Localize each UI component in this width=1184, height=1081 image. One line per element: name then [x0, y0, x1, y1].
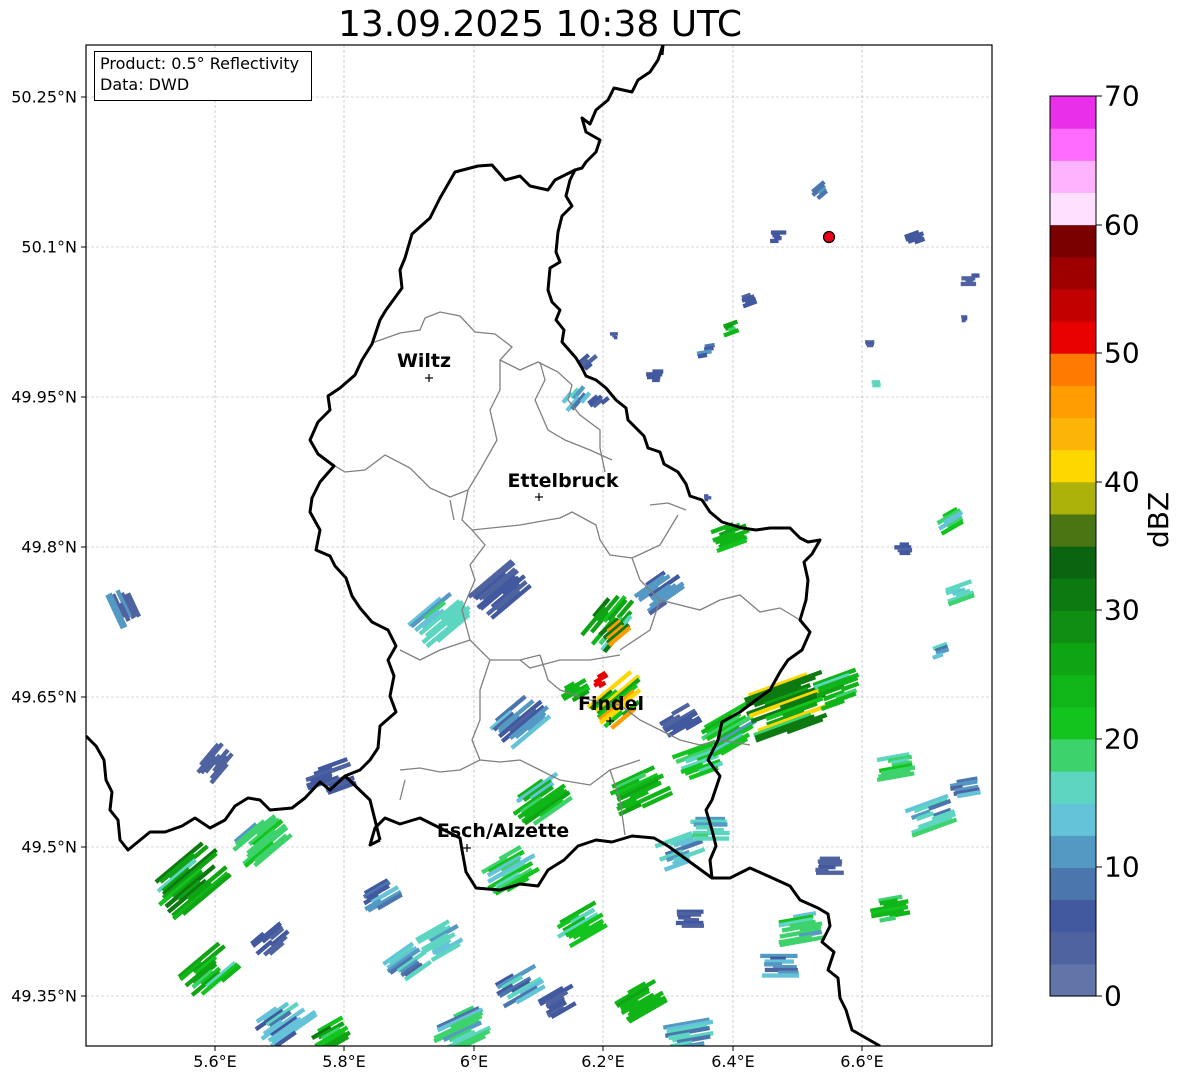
echo-cell [871, 380, 881, 388]
colorbar-segment [1050, 771, 1096, 804]
info-box: Product: 0.5° Reflectivity Data: DWD [94, 51, 312, 101]
echo-pixel [960, 281, 977, 287]
echo-pixel [761, 973, 800, 978]
lat-label: 49.35°N [11, 986, 77, 1006]
map-background [86, 45, 992, 1046]
echo-pixel [866, 343, 874, 348]
colorbar-segment [1050, 321, 1096, 354]
radar-map[interactable] [0, 0, 1184, 1081]
lon-label: 6°E [459, 1052, 489, 1071]
echo-pixel [816, 870, 844, 875]
colorbar-tick-label: 50 [1104, 336, 1140, 370]
echo-pixel [961, 318, 966, 323]
colorbar-segment [1050, 192, 1096, 226]
city-label-findel: Findel [577, 693, 645, 715]
echo-cell [760, 953, 800, 978]
colorbar-segment [1050, 481, 1096, 515]
colorbar-segment [1050, 931, 1096, 965]
colorbar-segment [1050, 353, 1096, 386]
colorbar [1050, 96, 1096, 997]
colorbar-segment [1050, 417, 1096, 451]
echo-pixel [899, 550, 911, 556]
city-label-ettelbruck: Ettelbruck [507, 470, 619, 492]
colorbar-unit-label: dBZ [1142, 491, 1175, 548]
colorbar-segment [1050, 706, 1096, 740]
colorbar-segment [1050, 738, 1096, 772]
echo-pixel [681, 923, 704, 928]
colorbar-ticks [1096, 95, 1102, 997]
colorbar-segment [1050, 449, 1096, 483]
city-label-esch: Esch/Alzette [436, 820, 570, 842]
echo-pixel [770, 238, 779, 244]
echo-pixel [872, 383, 881, 388]
radar-site-marker[interactable] [822, 230, 836, 244]
echo-pixel [652, 377, 660, 383]
lat-label: 50.1°N [21, 237, 77, 257]
colorbar-segment [1050, 835, 1096, 869]
lon-label: 6.2°E [581, 1052, 625, 1071]
data-source-label: Data: DWD [100, 75, 190, 94]
colorbar-segment [1050, 546, 1096, 579]
city-label-wiltz: Wiltz [396, 350, 452, 372]
colorbar-segment [1050, 610, 1096, 644]
colorbar-segment [1050, 867, 1096, 901]
echo-pixel [613, 335, 618, 340]
colorbar-segment [1050, 288, 1096, 322]
colorbar-segment [1050, 224, 1096, 258]
colorbar-segment [1050, 256, 1096, 290]
colorbar-tick-label: 30 [1104, 593, 1140, 627]
colorbar-tick-label: 10 [1104, 850, 1140, 884]
colorbar-segment [1050, 899, 1096, 933]
colorbar-segment [1050, 963, 1096, 997]
colorbar-segment [1050, 385, 1096, 419]
colorbar-tick-label: 40 [1104, 465, 1140, 499]
lat-label: 50.25°N [11, 87, 77, 107]
lat-label: 49.5°N [21, 837, 77, 857]
colorbar-segment [1050, 578, 1096, 611]
colorbar-segment [1050, 513, 1096, 547]
colorbar-segment [1050, 642, 1096, 676]
product-label: Product: 0.5° Reflectivity [100, 54, 300, 73]
colorbar-tick-label: 60 [1104, 208, 1140, 242]
colorbar-segment [1050, 128, 1096, 161]
colorbar-tick-label: 0 [1104, 979, 1122, 1013]
colorbar-tick-label: 70 [1104, 79, 1140, 113]
lon-label: 6.4°E [711, 1052, 755, 1071]
lon-label: 5.6°E [193, 1052, 237, 1071]
lat-label: 49.8°N [21, 537, 77, 557]
lon-label: 6.6°E [840, 1052, 884, 1071]
lat-label: 49.65°N [11, 687, 77, 707]
lat-label: 49.95°N [11, 387, 77, 407]
echo-pixel [694, 836, 730, 841]
colorbar-segment [1050, 96, 1096, 129]
colorbar-tick-label: 20 [1104, 722, 1140, 756]
lon-label: 5.8°E [322, 1052, 366, 1071]
echo-pixel [704, 497, 709, 502]
colorbar-segment [1050, 160, 1096, 194]
colorbar-segment [1050, 674, 1096, 708]
colorbar-segment [1050, 803, 1096, 836]
